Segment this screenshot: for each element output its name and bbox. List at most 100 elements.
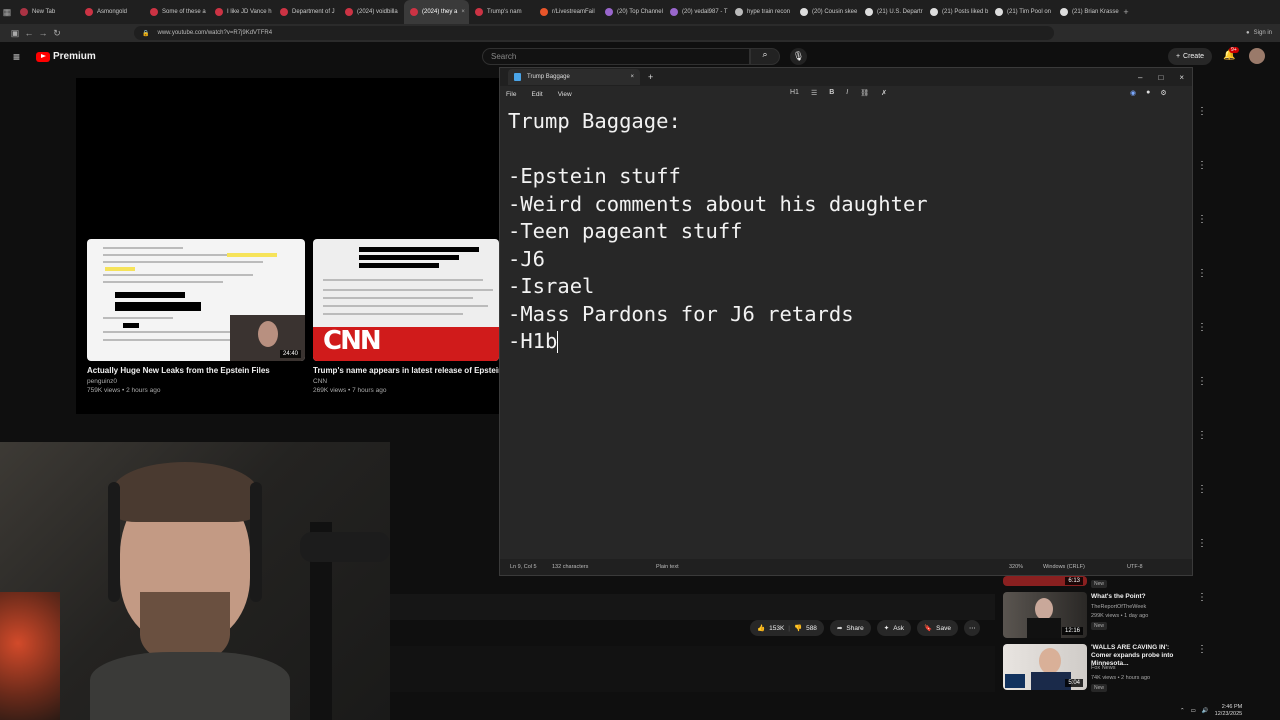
close-tab-icon[interactable]: ×: [461, 9, 465, 15]
avatar[interactable]: [1249, 48, 1265, 64]
more-options-icon[interactable]: ⋮: [1197, 484, 1207, 495]
more-options-icon[interactable]: ⋮: [1197, 430, 1207, 441]
browser-tab[interactable]: Trump's nam: [469, 0, 534, 24]
account-icon[interactable]: ●: [1146, 89, 1150, 97]
search-input[interactable]: Search: [482, 48, 750, 65]
copilot-icon[interactable]: ◉: [1130, 89, 1136, 97]
more-options-icon[interactable]: ⋮: [1197, 106, 1207, 117]
browser-tab[interactable]: (20) Top Channel: [599, 0, 664, 24]
close-icon[interactable]: ×: [1179, 73, 1184, 82]
sidebar-title-1[interactable]: What's the Point?: [1091, 593, 1191, 601]
more-options-icon[interactable]: ⋮: [1197, 322, 1207, 333]
tab-label: Some of these a: [162, 9, 206, 15]
search-icon[interactable]: ⌕: [750, 48, 780, 65]
more-options-icon[interactable]: ⋮: [1197, 268, 1207, 279]
browser-menu-icon[interactable]: ▦: [0, 7, 14, 18]
new-tab-icon[interactable]: +: [648, 72, 653, 82]
video-channel-1[interactable]: penguinz0: [87, 378, 117, 385]
browser-tab-strip: ▦ New Tab Asmongold Some of these a I like …: [0, 0, 1280, 24]
link-icon[interactable]: ⛓: [860, 89, 869, 97]
create-button[interactable]: + Create: [1168, 48, 1212, 65]
line-ending[interactable]: Windows (CRLF): [1043, 564, 1085, 570]
volume-icon[interactable]: 🔊: [1202, 708, 1209, 714]
encoding[interactable]: UTF-8: [1127, 564, 1143, 570]
ask-button[interactable]: ✦ Ask: [876, 620, 912, 636]
browser-tab[interactable]: (21) Posts liked b: [924, 0, 989, 24]
forward-icon[interactable]: →: [36, 28, 50, 38]
more-options-icon[interactable]: ⋮: [1197, 376, 1207, 387]
profile-icon: ●: [1246, 30, 1250, 36]
browser-tab[interactable]: (20) vedal987 - T: [664, 0, 729, 24]
zoom-level[interactable]: 320%: [1009, 564, 1023, 570]
thumbs-down-icon[interactable]: 👎: [794, 624, 802, 632]
maximize-icon[interactable]: □: [1158, 73, 1163, 82]
sidebar-item-2[interactable]: 5:04 'WALLS ARE CAVING IN': Comer expand…: [1003, 644, 1193, 692]
more-options-icon[interactable]: ⋮: [1197, 644, 1207, 655]
browser-tab[interactable]: r/LivestreamFail: [534, 0, 599, 24]
url-field[interactable]: 🔒 www.youtube.com/watch?v=R7j9KdVTFR4: [134, 26, 1054, 40]
notepad-tab[interactable]: Trump Baggage ×: [508, 69, 640, 85]
tab-favicon-icon: [670, 8, 678, 16]
sidebar-item-1[interactable]: 12:16 What's the Point? TheReportOfTheWe…: [1003, 592, 1193, 640]
browser-tab[interactable]: hype train recon: [729, 0, 794, 24]
sidebar-item-partial[interactable]: 6:13 New: [1003, 576, 1193, 590]
list-icon[interactable]: ☰: [811, 89, 817, 97]
like-button[interactable]: 👍 153K | 👎 588: [750, 620, 824, 636]
browser-tab[interactable]: Asmongold: [79, 0, 144, 24]
youtube-logo[interactable]: Premium: [36, 51, 96, 62]
browser-tab[interactable]: Department of J: [274, 0, 339, 24]
sidebar-channel-2[interactable]: Fox News: [1091, 665, 1115, 671]
new-tab-icon[interactable]: +: [1119, 7, 1133, 17]
video-channel-2[interactable]: CNN: [313, 378, 327, 385]
close-tab-icon[interactable]: ×: [630, 74, 634, 80]
video-thumbnail-2[interactable]: CNN: [313, 239, 499, 361]
bold-icon[interactable]: B: [829, 89, 834, 97]
notepad-line-text: -J6: [508, 246, 546, 271]
network-icon[interactable]: ▭: [1191, 708, 1196, 714]
share-button[interactable]: ➦ Share: [829, 620, 871, 636]
heading-dropdown[interactable]: H1: [790, 89, 799, 97]
reload-icon[interactable]: ↻: [50, 28, 64, 39]
hamburger-menu-icon[interactable]: ≡: [13, 50, 20, 64]
italic-icon[interactable]: I: [846, 89, 848, 97]
more-options-icon[interactable]: ⋮: [1197, 214, 1207, 225]
browser-tab[interactable]: I like JD Vance h: [209, 0, 274, 24]
video-title-1[interactable]: Actually Huge New Leaks from the Epstein…: [87, 366, 305, 375]
browser-tab[interactable]: (21) Brian Krasse: [1054, 0, 1119, 24]
browser-tab[interactable]: (2024) voidbilla: [339, 0, 404, 24]
video-title-2[interactable]: Trump's name appears in latest release o…: [313, 366, 499, 375]
tab-favicon-icon: [150, 8, 158, 16]
sign-in-button[interactable]: ● Sign in: [1246, 30, 1272, 36]
browser-tab[interactable]: Some of these a: [144, 0, 209, 24]
tab-favicon-icon: [280, 8, 288, 16]
sidebar-toggle-icon[interactable]: ▣: [8, 28, 22, 39]
more-options-icon[interactable]: ⋮: [1197, 592, 1207, 603]
tab-favicon-icon: [930, 8, 938, 16]
notepad-line: -Mass Pardons for J6 retards: [508, 301, 928, 329]
more-options-icon[interactable]: ⋮: [1197, 538, 1207, 549]
browser-tab[interactable]: New Tab: [14, 0, 79, 24]
video-thumbnail-1[interactable]: 24:40: [87, 239, 305, 361]
save-button[interactable]: 🔖 Save: [917, 620, 958, 636]
notepad-text-area[interactable]: Trump Baggage: -Epstein stuff -Weird comme…: [508, 108, 928, 356]
clear-format-icon[interactable]: ✗: [881, 89, 887, 97]
tray-chevron-icon[interactable]: ⌃: [1180, 708, 1185, 714]
more-actions-icon[interactable]: ⋯: [963, 620, 981, 636]
settings-gear-icon[interactable]: ⚙: [1160, 89, 1166, 97]
menu-file[interactable]: File: [506, 91, 516, 98]
more-options-icon[interactable]: ⋮: [1197, 160, 1207, 171]
tab-label: (20) Top Channel: [617, 9, 663, 15]
browser-tab[interactable]: (21) U.S. Departr: [859, 0, 924, 24]
browser-tab[interactable]: (20) Cousin skee: [794, 0, 859, 24]
lock-icon: 🔒: [142, 30, 150, 37]
minimize-icon[interactable]: –: [1138, 73, 1142, 82]
sidebar-channel-1[interactable]: TheReportOfTheWeek: [1091, 604, 1146, 610]
notepad-window: Trump Baggage × + – □ × File Edit View H…: [499, 67, 1193, 576]
notepad-line: -Weird comments about his daughter: [508, 191, 928, 219]
back-icon[interactable]: ←: [22, 28, 36, 38]
menu-view[interactable]: View: [558, 91, 572, 98]
browser-tab[interactable]: (21) Tim Pool on: [989, 0, 1054, 24]
menu-edit[interactable]: Edit: [531, 91, 542, 98]
browser-tab[interactable]: (2024) they a ×: [404, 0, 469, 24]
microphone-icon[interactable]: 🎙: [790, 48, 807, 65]
